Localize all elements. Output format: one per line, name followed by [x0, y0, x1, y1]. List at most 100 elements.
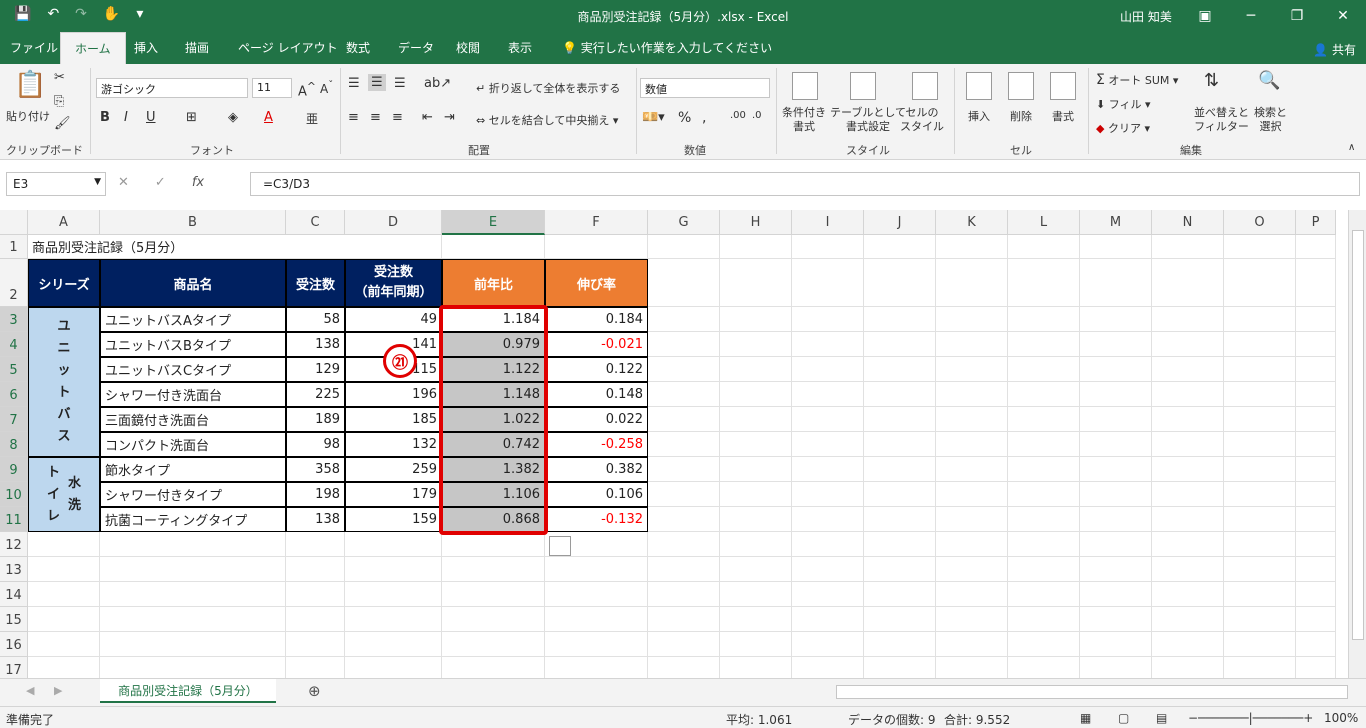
- grid-cell[interactable]: [1296, 582, 1336, 607]
- grid-cell[interactable]: [936, 607, 1008, 632]
- copy-icon[interactable]: ⎘: [54, 94, 64, 109]
- grid-cell[interactable]: [1080, 332, 1152, 357]
- format-painter-icon[interactable]: 🖌: [54, 116, 71, 131]
- grid-cell[interactable]: [1224, 607, 1296, 632]
- grid-cell[interactable]: [936, 332, 1008, 357]
- currency-icon[interactable]: 💴▾: [642, 110, 665, 125]
- grid-cell[interactable]: [720, 482, 792, 507]
- row-header[interactable]: 16: [0, 632, 28, 657]
- grid-cell[interactable]: [1152, 432, 1224, 457]
- grid-cell[interactable]: [720, 407, 792, 432]
- share-button[interactable]: 👤 共有: [1313, 41, 1356, 58]
- restore-icon[interactable]: ❐: [1274, 0, 1320, 32]
- grid-cell[interactable]: [648, 382, 720, 407]
- tab-file[interactable]: ファイル: [10, 32, 58, 64]
- grid-cell[interactable]: [1080, 632, 1152, 657]
- decrease-indent-icon[interactable]: ⇤: [422, 110, 433, 125]
- grid-cell[interactable]: [28, 632, 100, 657]
- grid-cell[interactable]: [1296, 532, 1336, 557]
- grid-cell[interactable]: [345, 235, 442, 259]
- grid-cell[interactable]: [1296, 332, 1336, 357]
- page-break-view-icon[interactable]: ▤: [1156, 711, 1167, 725]
- grid-cell[interactable]: [545, 235, 648, 259]
- next-sheet-icon[interactable]: ▶: [54, 684, 62, 697]
- prev-orders-cell[interactable]: 159: [345, 507, 442, 532]
- orders-cell[interactable]: 225: [286, 382, 345, 407]
- yoy-cell[interactable]: 1.106: [442, 482, 545, 507]
- grid-cell[interactable]: [1080, 307, 1152, 332]
- grid-cell[interactable]: [1224, 557, 1296, 582]
- grid-cell[interactable]: [442, 532, 545, 557]
- enter-icon[interactable]: ✓: [155, 175, 166, 190]
- ribbon-display-icon[interactable]: ▣: [1182, 0, 1228, 32]
- row-header[interactable]: 5: [0, 357, 28, 382]
- grid-cell[interactable]: [792, 657, 864, 678]
- grid-cell[interactable]: [1224, 259, 1296, 307]
- grid-cell[interactable]: [792, 632, 864, 657]
- growth-cell[interactable]: -0.021: [545, 332, 648, 357]
- product-name-cell[interactable]: ユニットバスAタイプ: [100, 307, 286, 332]
- grid-cell[interactable]: [864, 532, 936, 557]
- grid-cell[interactable]: [648, 457, 720, 482]
- italic-icon[interactable]: I: [124, 110, 128, 125]
- grid-cell[interactable]: [1224, 507, 1296, 532]
- grid-cell[interactable]: [1152, 532, 1224, 557]
- grid-cell[interactable]: [100, 557, 286, 582]
- grid-cell[interactable]: [28, 532, 100, 557]
- grid-cell[interactable]: [286, 657, 345, 678]
- header-series[interactable]: シリーズ: [28, 259, 100, 307]
- column-header[interactable]: C: [286, 210, 345, 235]
- grid-cell[interactable]: [1296, 382, 1336, 407]
- yoy-cell[interactable]: 0.868: [442, 507, 545, 532]
- grid-cell[interactable]: [864, 259, 936, 307]
- insert-cells-button[interactable]: 挿入: [968, 108, 990, 124]
- grid-cell[interactable]: [100, 632, 286, 657]
- increase-decimal-icon[interactable]: .00: [730, 110, 746, 121]
- grid-cell[interactable]: [28, 557, 100, 582]
- grid-cell[interactable]: [1008, 607, 1080, 632]
- grid-cell[interactable]: [792, 482, 864, 507]
- sheet-title-cell[interactable]: 商品別受注記録（5月分）: [28, 235, 345, 259]
- orders-cell[interactable]: 138: [286, 332, 345, 357]
- cancel-icon[interactable]: ✕: [118, 175, 129, 190]
- prev-orders-cell[interactable]: 49: [345, 307, 442, 332]
- column-header[interactable]: K: [936, 210, 1008, 235]
- grid-cell[interactable]: [792, 382, 864, 407]
- grid-cell[interactable]: [1224, 632, 1296, 657]
- grid-cell[interactable]: [1296, 235, 1336, 259]
- grid-cell[interactable]: [1008, 582, 1080, 607]
- increase-indent-icon[interactable]: ⇥: [444, 110, 455, 125]
- grid-cell[interactable]: [792, 407, 864, 432]
- paste-icon[interactable]: 📋: [14, 70, 46, 100]
- grid-cell[interactable]: [1152, 607, 1224, 632]
- user-name[interactable]: 山田 知美: [1120, 8, 1172, 25]
- autosum-button[interactable]: Σ オート SUM ▾: [1096, 72, 1178, 88]
- grid-cell[interactable]: [1224, 407, 1296, 432]
- product-name-cell[interactable]: 節水タイプ: [100, 457, 286, 482]
- growth-cell[interactable]: -0.258: [545, 432, 648, 457]
- grid-cell[interactable]: [1080, 582, 1152, 607]
- grid-cell[interactable]: [864, 307, 936, 332]
- grid-cell[interactable]: [442, 582, 545, 607]
- orders-cell[interactable]: 98: [286, 432, 345, 457]
- grid-cell[interactable]: [1296, 432, 1336, 457]
- grid-cell[interactable]: [792, 307, 864, 332]
- prev-orders-cell[interactable]: 196: [345, 382, 442, 407]
- row-header[interactable]: 11: [0, 507, 28, 532]
- grid-cell[interactable]: [286, 607, 345, 632]
- comma-icon[interactable]: ,: [702, 110, 706, 126]
- grid-cell[interactable]: [1296, 632, 1336, 657]
- grid-cell[interactable]: [648, 557, 720, 582]
- grid-cell[interactable]: [1152, 507, 1224, 532]
- header-orders[interactable]: 受注数: [286, 259, 345, 307]
- grid-cell[interactable]: [648, 507, 720, 532]
- find-select-button[interactable]: 検索と 選択: [1254, 106, 1287, 134]
- tab-review[interactable]: 校閲: [456, 32, 480, 64]
- grid-cell[interactable]: [1152, 382, 1224, 407]
- fill-color-icon[interactable]: ◈: [228, 110, 238, 125]
- product-name-cell[interactable]: 抗菌コーティングタイプ: [100, 507, 286, 532]
- tab-home[interactable]: ホーム: [60, 32, 126, 64]
- column-header[interactable]: N: [1152, 210, 1224, 235]
- align-bottom-icon[interactable]: ☰: [394, 76, 406, 91]
- grid-cell[interactable]: [28, 657, 100, 678]
